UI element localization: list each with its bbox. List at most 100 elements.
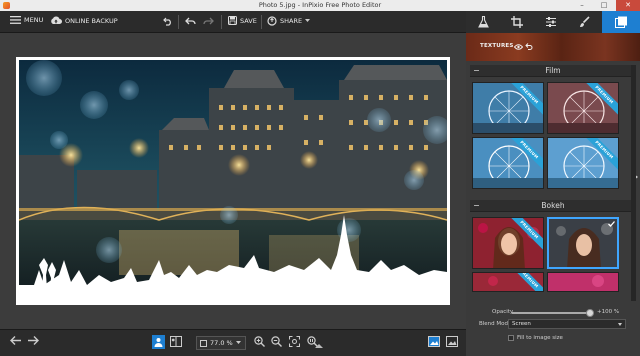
title-bar: Photo 5.jpg - InPixio Free Photo Editor …: [0, 0, 640, 11]
frames-icon: [614, 16, 628, 28]
bokeh-thumb-1[interactable]: PREMIUM: [472, 217, 544, 269]
eye-icon: [514, 43, 523, 50]
undo-history-icon[interactable]: [163, 17, 173, 26]
zoom-field[interactable]: 77.0 %: [196, 336, 246, 350]
toolbar-divider: [221, 15, 222, 29]
film-thumb-3[interactable]: PREMIUM: [472, 137, 544, 189]
bokeh-thumb-3[interactable]: PREMIUM: [472, 272, 544, 292]
collapse-icon: [474, 70, 479, 71]
zoom-in-button[interactable]: [254, 336, 265, 347]
film-thumb-4[interactable]: PREMIUM: [547, 137, 619, 189]
zoom-value: 77.0 %: [210, 339, 233, 347]
cloud-upload-icon: [50, 16, 62, 25]
next-image-button[interactable]: [27, 336, 39, 345]
menu-button[interactable]: MENU: [10, 16, 43, 24]
blend-mode-control: Blend Mode Screen: [466, 319, 640, 330]
reset-texture-button[interactable]: [524, 42, 533, 51]
arrow-left-icon: [10, 336, 22, 345]
photo-canvas[interactable]: [19, 60, 447, 302]
opacity-control: Opacity +100 %: [466, 308, 640, 318]
zoom-in-icon: [254, 336, 265, 347]
window-title: Photo 5.jpg - InPixio Free Photo Editor: [258, 1, 382, 9]
photo-frame: [16, 57, 450, 305]
export-image-button[interactable]: [446, 336, 458, 347]
brush-icon: [579, 16, 591, 28]
bokeh-thumb-4[interactable]: [547, 272, 619, 292]
zoom-out-button[interactable]: [271, 336, 282, 347]
compare-icon: [170, 336, 182, 347]
tab-brush[interactable]: [568, 11, 602, 33]
undo-icon[interactable]: [185, 17, 196, 26]
toolbar-divider: [178, 15, 179, 29]
fit-to-screen-button[interactable]: [289, 336, 300, 347]
compare-view-button[interactable]: [170, 336, 182, 347]
blend-mode-select[interactable]: Screen: [508, 319, 626, 329]
bokeh-section-header[interactable]: Bokeh: [470, 200, 636, 212]
hamburger-icon: [10, 16, 21, 24]
save-icon: [228, 16, 237, 25]
bokeh-section-title: Bokeh: [541, 201, 565, 210]
share-label: SHARE: [280, 17, 303, 25]
chevron-down-icon: [618, 323, 622, 326]
tool-tabs: [466, 11, 640, 33]
reset-icon: [524, 43, 533, 50]
opacity-slider-handle[interactable]: [585, 309, 594, 317]
zoom-out-icon: [271, 336, 282, 347]
share-button[interactable]: SHARE: [267, 16, 311, 26]
image-export-icon: [446, 336, 458, 347]
chevron-up-icon[interactable]: [315, 344, 323, 348]
fill-label: Fill to image size: [517, 335, 563, 341]
save-button[interactable]: SAVE: [228, 16, 257, 25]
tab-adjust[interactable]: [534, 11, 568, 33]
fit-screen-icon: [289, 336, 300, 347]
chevron-down-icon: [305, 19, 311, 23]
single-view-button[interactable]: [152, 335, 165, 349]
fill-checkbox[interactable]: [508, 335, 514, 341]
share-icon: [267, 16, 277, 26]
minimize-button[interactable]: –: [572, 0, 592, 11]
image-import-icon: [428, 336, 440, 347]
film-thumb-2[interactable]: PREMIUM: [547, 82, 619, 134]
chevron-down-icon: [235, 341, 241, 345]
effects-panel: TEXTURES Film PREMIUM PREMIUM PREMIUM PR…: [466, 33, 640, 356]
online-backup-button[interactable]: ONLINE BACKUP: [50, 16, 118, 25]
close-button[interactable]: ✕: [616, 0, 640, 11]
collapse-icon: [474, 205, 479, 206]
previous-image-button[interactable]: [10, 336, 22, 345]
opacity-slider[interactable]: [512, 309, 594, 317]
opacity-label: Opacity: [492, 309, 514, 315]
opacity-slider-fill: [512, 312, 590, 314]
tab-effects[interactable]: [466, 11, 500, 33]
flask-icon: [477, 16, 489, 28]
textures-header: TEXTURES: [466, 33, 640, 61]
panel-scrollbar[interactable]: [631, 65, 636, 301]
save-label: SAVE: [240, 16, 257, 25]
online-backup-label: ONLINE BACKUP: [65, 16, 118, 25]
menu-label: MENU: [24, 16, 44, 24]
main-toolbar: MENU ONLINE BACKUP SAVE SHARE: [0, 11, 466, 33]
maximize-button[interactable]: □: [594, 0, 614, 11]
canvas-area: [0, 33, 466, 329]
check-icon: [608, 221, 615, 227]
frame-icon: [200, 339, 207, 347]
arrow-right-icon: [27, 336, 39, 345]
film-thumb-1[interactable]: PREMIUM: [472, 82, 544, 134]
crop-icon: [511, 16, 523, 28]
import-image-button[interactable]: [428, 336, 440, 347]
opacity-value: +100 %: [597, 309, 620, 315]
toolbar-divider: [261, 15, 262, 29]
visibility-toggle[interactable]: [514, 42, 523, 51]
film-section-title: Film: [545, 66, 561, 75]
fill-option: Fill to image size: [508, 334, 563, 342]
redo-icon[interactable]: [203, 17, 214, 26]
tab-frames[interactable]: [602, 11, 640, 33]
blend-mode-label: Blend Mode: [479, 321, 512, 327]
tab-crop[interactable]: [500, 11, 534, 33]
film-section-header[interactable]: Film: [470, 65, 636, 77]
bottom-bar: 77.0 %: [0, 329, 466, 356]
portrait-icon: [154, 337, 163, 347]
bokeh-thumb-2-selected[interactable]: [547, 217, 619, 269]
sliders-icon: [545, 16, 557, 28]
textures-label: TEXTURES: [480, 43, 514, 49]
blend-mode-value: Screen: [512, 321, 531, 327]
